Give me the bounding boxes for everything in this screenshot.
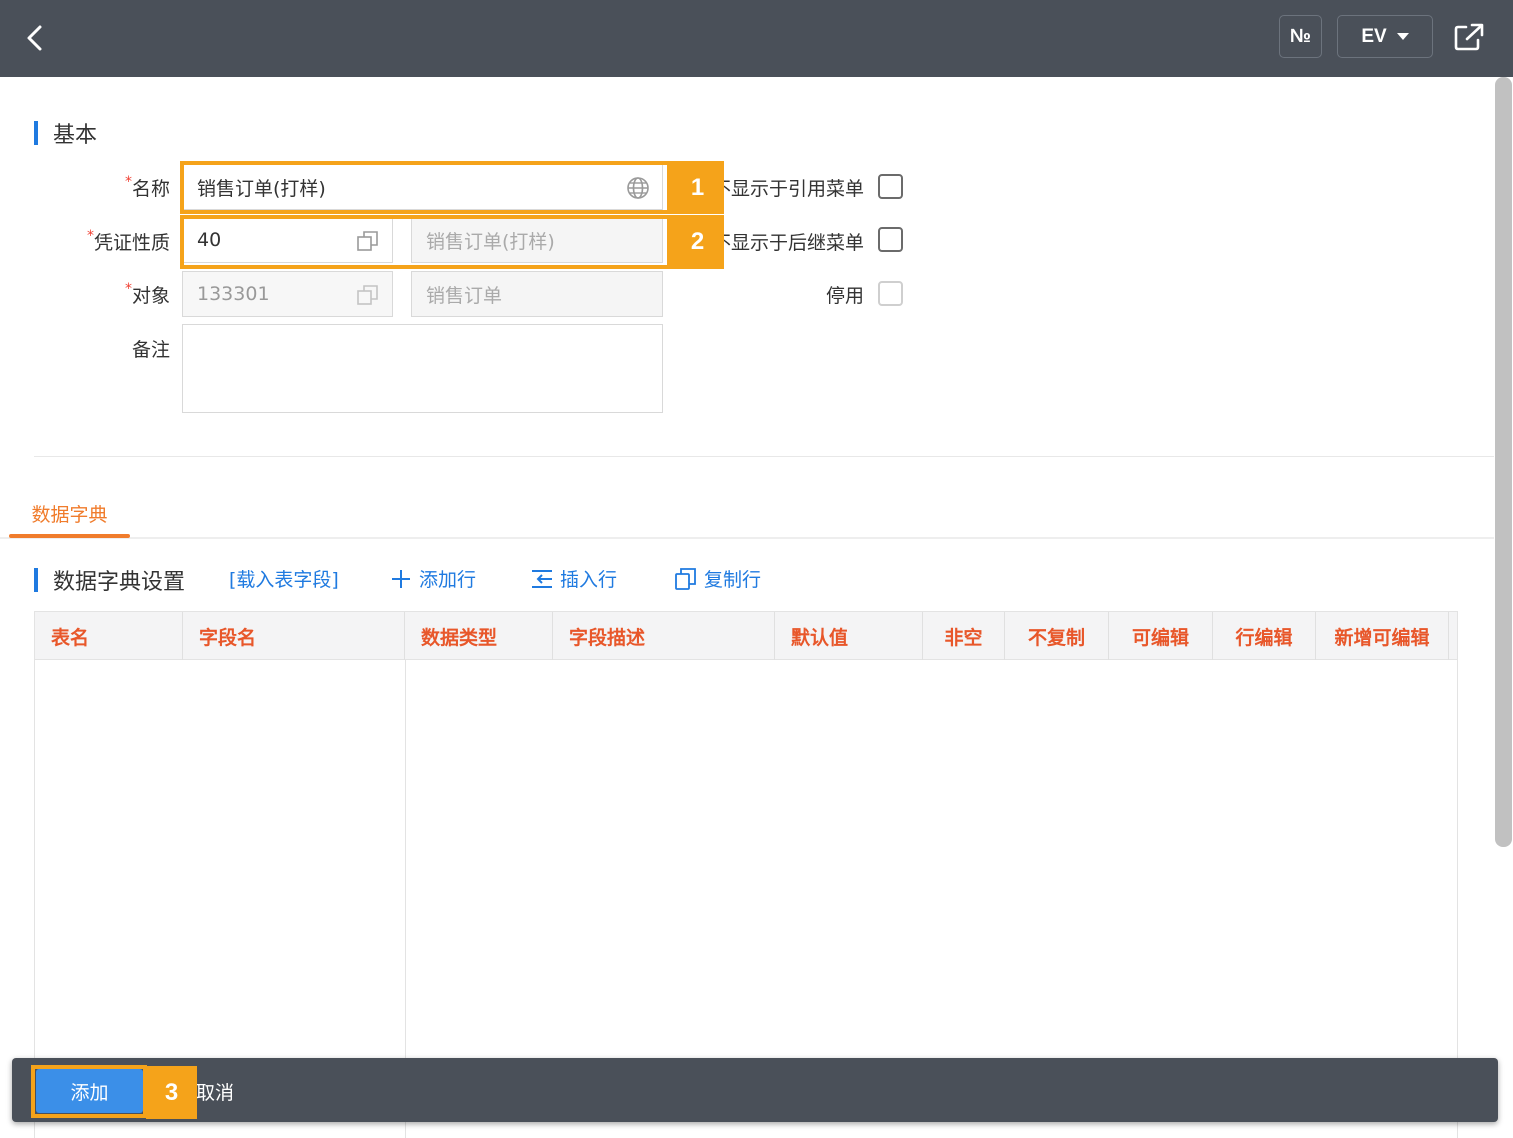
column-header[interactable]: 字段名 bbox=[183, 612, 405, 660]
column-header[interactable]: 非空 bbox=[923, 612, 1005, 660]
language-dropdown[interactable]: EV bbox=[1337, 15, 1433, 58]
column-header[interactable]: 数据类型 bbox=[405, 612, 553, 660]
copy-icon bbox=[675, 567, 696, 590]
section-title-dict: 数据字典设置 bbox=[34, 564, 185, 596]
tab-active-indicator bbox=[9, 534, 130, 538]
ref-menu-checkbox[interactable] bbox=[878, 174, 903, 199]
remark-label-text: 备注 bbox=[131, 339, 170, 361]
voucher-label: *凭证性质 bbox=[60, 228, 170, 255]
back-arrow-icon[interactable] bbox=[20, 22, 52, 54]
plus-icon bbox=[392, 569, 410, 588]
cancel-button[interactable]: 取消 bbox=[196, 1078, 234, 1105]
section-bar bbox=[34, 121, 38, 145]
column-header[interactable]: 默认值 bbox=[775, 612, 923, 660]
share-icon[interactable] bbox=[1452, 22, 1486, 52]
remark-textarea[interactable] bbox=[182, 324, 663, 413]
voucher-desc-field: 销售订单(打样) bbox=[411, 217, 663, 263]
section-title-text: 基本 bbox=[53, 123, 98, 148]
object-desc-field: 销售订单 bbox=[411, 271, 663, 317]
remark-label: 备注 bbox=[60, 335, 170, 362]
globe-icon[interactable] bbox=[626, 176, 650, 200]
insert-row-icon bbox=[532, 569, 552, 588]
name-label-text: 名称 bbox=[131, 178, 170, 200]
number-button[interactable]: № bbox=[1279, 15, 1322, 58]
object-code-input: 133301 bbox=[182, 271, 393, 317]
column-header[interactable]: 字段描述 bbox=[553, 612, 775, 660]
object-label: *对象 bbox=[60, 281, 170, 308]
add-row-label: 添加行 bbox=[419, 569, 477, 591]
voucher-label-text: 凭证性质 bbox=[93, 232, 170, 254]
name-value: 销售订单(打样) bbox=[197, 177, 326, 200]
table-header: 表名 字段名 数据类型 字段描述 默认值 非空 不复制 可编辑 行编辑 新增可编… bbox=[35, 612, 1457, 660]
object-desc-value: 销售订单 bbox=[426, 284, 503, 307]
object-label-text: 对象 bbox=[131, 285, 170, 307]
lookup-icon bbox=[357, 285, 378, 305]
number-button-label: № bbox=[1289, 25, 1312, 47]
succ-menu-label: 不显示于后继菜单 bbox=[711, 232, 864, 254]
scrollbar-thumb[interactable] bbox=[1495, 77, 1512, 847]
voucher-code-input[interactable]: 40 bbox=[182, 217, 393, 263]
required-mark: * bbox=[86, 228, 94, 244]
copy-row-button[interactable]: 复制行 bbox=[674, 565, 761, 592]
annotation-badge-2: 2 bbox=[671, 215, 724, 269]
section-title-basic: 基本 bbox=[34, 117, 97, 149]
voucher-code-value: 40 bbox=[197, 229, 222, 251]
tab-baseline bbox=[0, 537, 1494, 539]
add-row-button[interactable]: 添加行 bbox=[389, 565, 476, 592]
section-divider bbox=[34, 456, 1494, 457]
chevron-down-icon bbox=[1396, 33, 1409, 40]
name-input[interactable]: 销售订单(打样) bbox=[182, 164, 663, 210]
disable-checkbox[interactable] bbox=[878, 281, 903, 306]
name-label: *名称 bbox=[60, 174, 170, 201]
voucher-desc-value: 销售订单(打样) bbox=[426, 230, 555, 253]
add-button[interactable]: 添加 bbox=[36, 1069, 143, 1113]
disable-label: 停用 bbox=[825, 285, 864, 307]
column-header[interactable]: 新增可编辑 bbox=[1316, 612, 1449, 660]
annotation-badge-1: 1 bbox=[671, 161, 724, 214]
column-header[interactable]: 行编辑 bbox=[1213, 612, 1316, 660]
required-mark: * bbox=[124, 281, 132, 297]
insert-row-label: 插入行 bbox=[560, 569, 618, 591]
load-fields-label: [载入表字段] bbox=[229, 569, 339, 591]
column-header[interactable]: 可编辑 bbox=[1109, 612, 1213, 660]
top-bar: № EV bbox=[0, 0, 1513, 77]
insert-row-button[interactable]: 插入行 bbox=[530, 565, 617, 592]
action-bar bbox=[12, 1058, 1498, 1122]
load-fields-link[interactable]: [载入表字段] bbox=[229, 565, 339, 592]
required-mark: * bbox=[124, 174, 132, 190]
annotation-badge-3: 3 bbox=[146, 1066, 197, 1119]
object-code-value: 133301 bbox=[197, 283, 270, 305]
section-bar bbox=[34, 568, 38, 592]
lookup-icon[interactable] bbox=[356, 229, 380, 253]
column-header[interactable]: 表名 bbox=[35, 612, 183, 660]
ref-menu-label: 不显示于引用菜单 bbox=[711, 178, 864, 200]
column-header[interactable]: 不复制 bbox=[1005, 612, 1109, 660]
tab-data-dictionary[interactable]: 数据字典 bbox=[9, 488, 130, 538]
language-label: EV bbox=[1361, 25, 1387, 47]
succ-menu-checkbox[interactable] bbox=[878, 227, 903, 252]
copy-row-label: 复制行 bbox=[704, 569, 762, 591]
section-title-text: 数据字典设置 bbox=[53, 570, 186, 595]
